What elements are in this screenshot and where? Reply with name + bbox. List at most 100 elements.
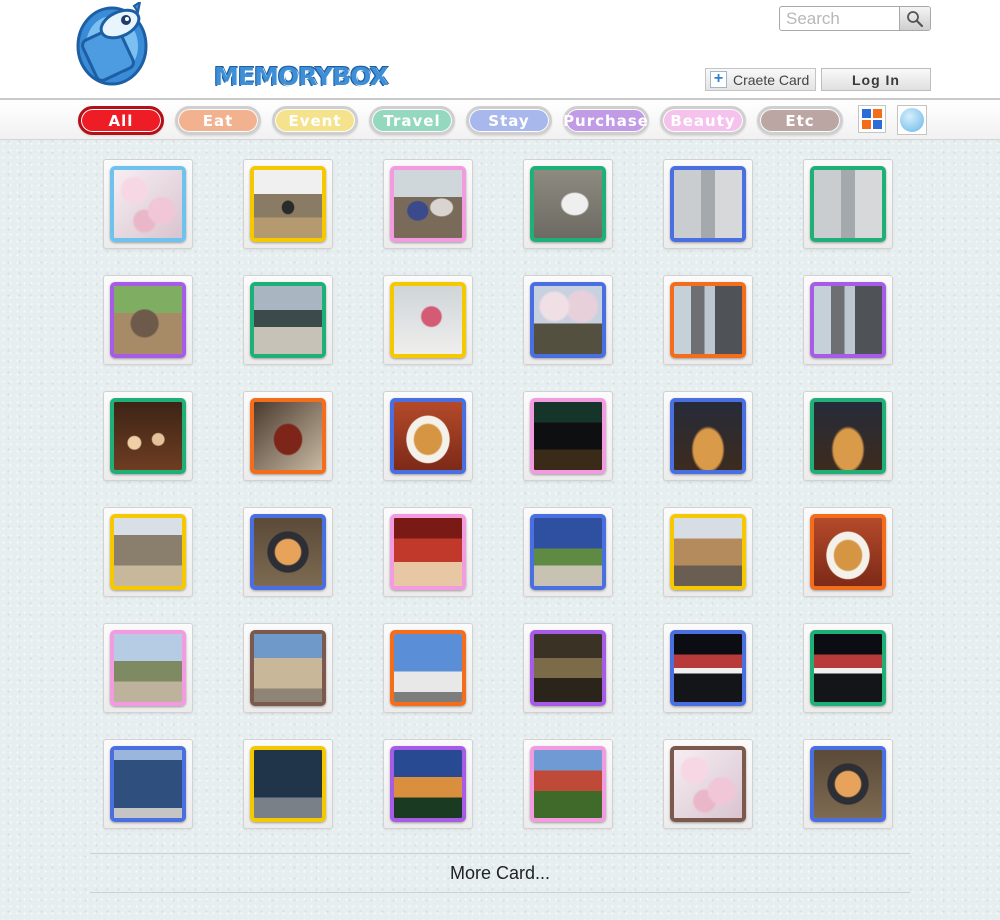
category-tab-purchase[interactable]: Purchase [563, 106, 649, 135]
card-photo [114, 750, 182, 818]
memory-card[interactable] [243, 623, 333, 713]
grid-view-button[interactable] [858, 105, 886, 133]
card-photo [394, 286, 462, 354]
card-photo [254, 286, 322, 354]
card-photo [674, 170, 742, 238]
memory-card[interactable] [103, 391, 193, 481]
card-frame [530, 514, 606, 590]
memory-card[interactable] [803, 159, 893, 249]
card-photo [534, 402, 602, 470]
memory-card[interactable] [523, 159, 613, 249]
card-frame [390, 746, 466, 822]
memory-card[interactable] [663, 159, 753, 249]
category-tab-stay[interactable]: Stay [466, 106, 552, 135]
search-button[interactable] [899, 7, 930, 30]
memory-card[interactable] [803, 623, 893, 713]
memory-card[interactable] [243, 507, 333, 597]
memory-card[interactable] [663, 391, 753, 481]
login-button[interactable]: Log In [821, 68, 931, 91]
memory-card[interactable] [383, 159, 473, 249]
card-frame [250, 166, 326, 242]
plus-icon: + [710, 71, 727, 88]
memory-card[interactable] [383, 623, 473, 713]
create-card-button[interactable]: + Craete Card [705, 68, 816, 91]
memory-card[interactable] [803, 275, 893, 365]
card-frame [390, 514, 466, 590]
memory-card[interactable] [803, 739, 893, 829]
card-frame [670, 282, 746, 358]
memory-card[interactable] [243, 739, 333, 829]
memory-card[interactable] [103, 507, 193, 597]
memory-card[interactable] [523, 275, 613, 365]
card-photo [394, 634, 462, 702]
card-photo [394, 170, 462, 238]
card-photo [394, 402, 462, 470]
category-tab-all[interactable]: All [78, 106, 164, 135]
category-tab-beauty[interactable]: Beauty [660, 106, 746, 135]
card-photo [814, 750, 882, 818]
card-frame [810, 746, 886, 822]
memory-card[interactable] [243, 275, 333, 365]
card-frame [670, 746, 746, 822]
card-frame [530, 630, 606, 706]
category-tab-travel[interactable]: Travel [369, 106, 455, 135]
memory-card[interactable] [663, 507, 753, 597]
search-box [779, 6, 931, 31]
card-photo [394, 750, 462, 818]
memory-card[interactable] [523, 507, 613, 597]
card-frame [810, 282, 886, 358]
memory-card[interactable] [243, 391, 333, 481]
search-input[interactable] [780, 7, 900, 30]
card-photo [254, 402, 322, 470]
card-photo [534, 170, 602, 238]
card-photo [674, 518, 742, 586]
card-frame [250, 630, 326, 706]
card-photo [114, 402, 182, 470]
memory-card[interactable] [663, 739, 753, 829]
card-photo [114, 634, 182, 702]
memory-card[interactable] [103, 275, 193, 365]
memory-card[interactable] [523, 739, 613, 829]
memory-card[interactable] [383, 507, 473, 597]
card-frame [110, 746, 186, 822]
category-tab-etc[interactable]: Etc [757, 106, 843, 135]
circle-view-button[interactable] [897, 105, 927, 135]
memory-card[interactable] [243, 159, 333, 249]
card-photo [814, 518, 882, 586]
card-photo [814, 286, 882, 354]
card-photo [534, 634, 602, 702]
memory-card[interactable] [663, 623, 753, 713]
more-card-link[interactable]: More Card... [90, 853, 910, 893]
card-photo [254, 170, 322, 238]
memory-card[interactable] [383, 739, 473, 829]
card-frame [530, 282, 606, 358]
card-photo [814, 402, 882, 470]
card-frame [530, 166, 606, 242]
memory-card[interactable] [803, 507, 893, 597]
card-frame [250, 746, 326, 822]
more-card-label: More Card... [449, 862, 551, 883]
card-frame [250, 398, 326, 474]
memory-card[interactable] [663, 275, 753, 365]
card-photo [534, 518, 602, 586]
card-photo [114, 518, 182, 586]
memory-card[interactable] [523, 623, 613, 713]
card-photo [674, 634, 742, 702]
category-tab-event[interactable]: Event [272, 106, 358, 135]
memory-card[interactable] [103, 739, 193, 829]
card-frame [670, 398, 746, 474]
card-frame [110, 166, 186, 242]
category-tab-eat[interactable]: Eat [175, 106, 261, 135]
memory-card[interactable] [103, 623, 193, 713]
memory-card[interactable] [383, 275, 473, 365]
memory-card[interactable] [803, 391, 893, 481]
memory-card[interactable] [523, 391, 613, 481]
card-photo [394, 518, 462, 586]
memory-card[interactable] [383, 391, 473, 481]
card-photo [254, 518, 322, 586]
card-frame [530, 746, 606, 822]
card-photo [674, 286, 742, 354]
card-frame [810, 514, 886, 590]
memorybox-logo[interactable]: MEMORYBOX [74, 0, 389, 96]
memory-card[interactable] [103, 159, 193, 249]
